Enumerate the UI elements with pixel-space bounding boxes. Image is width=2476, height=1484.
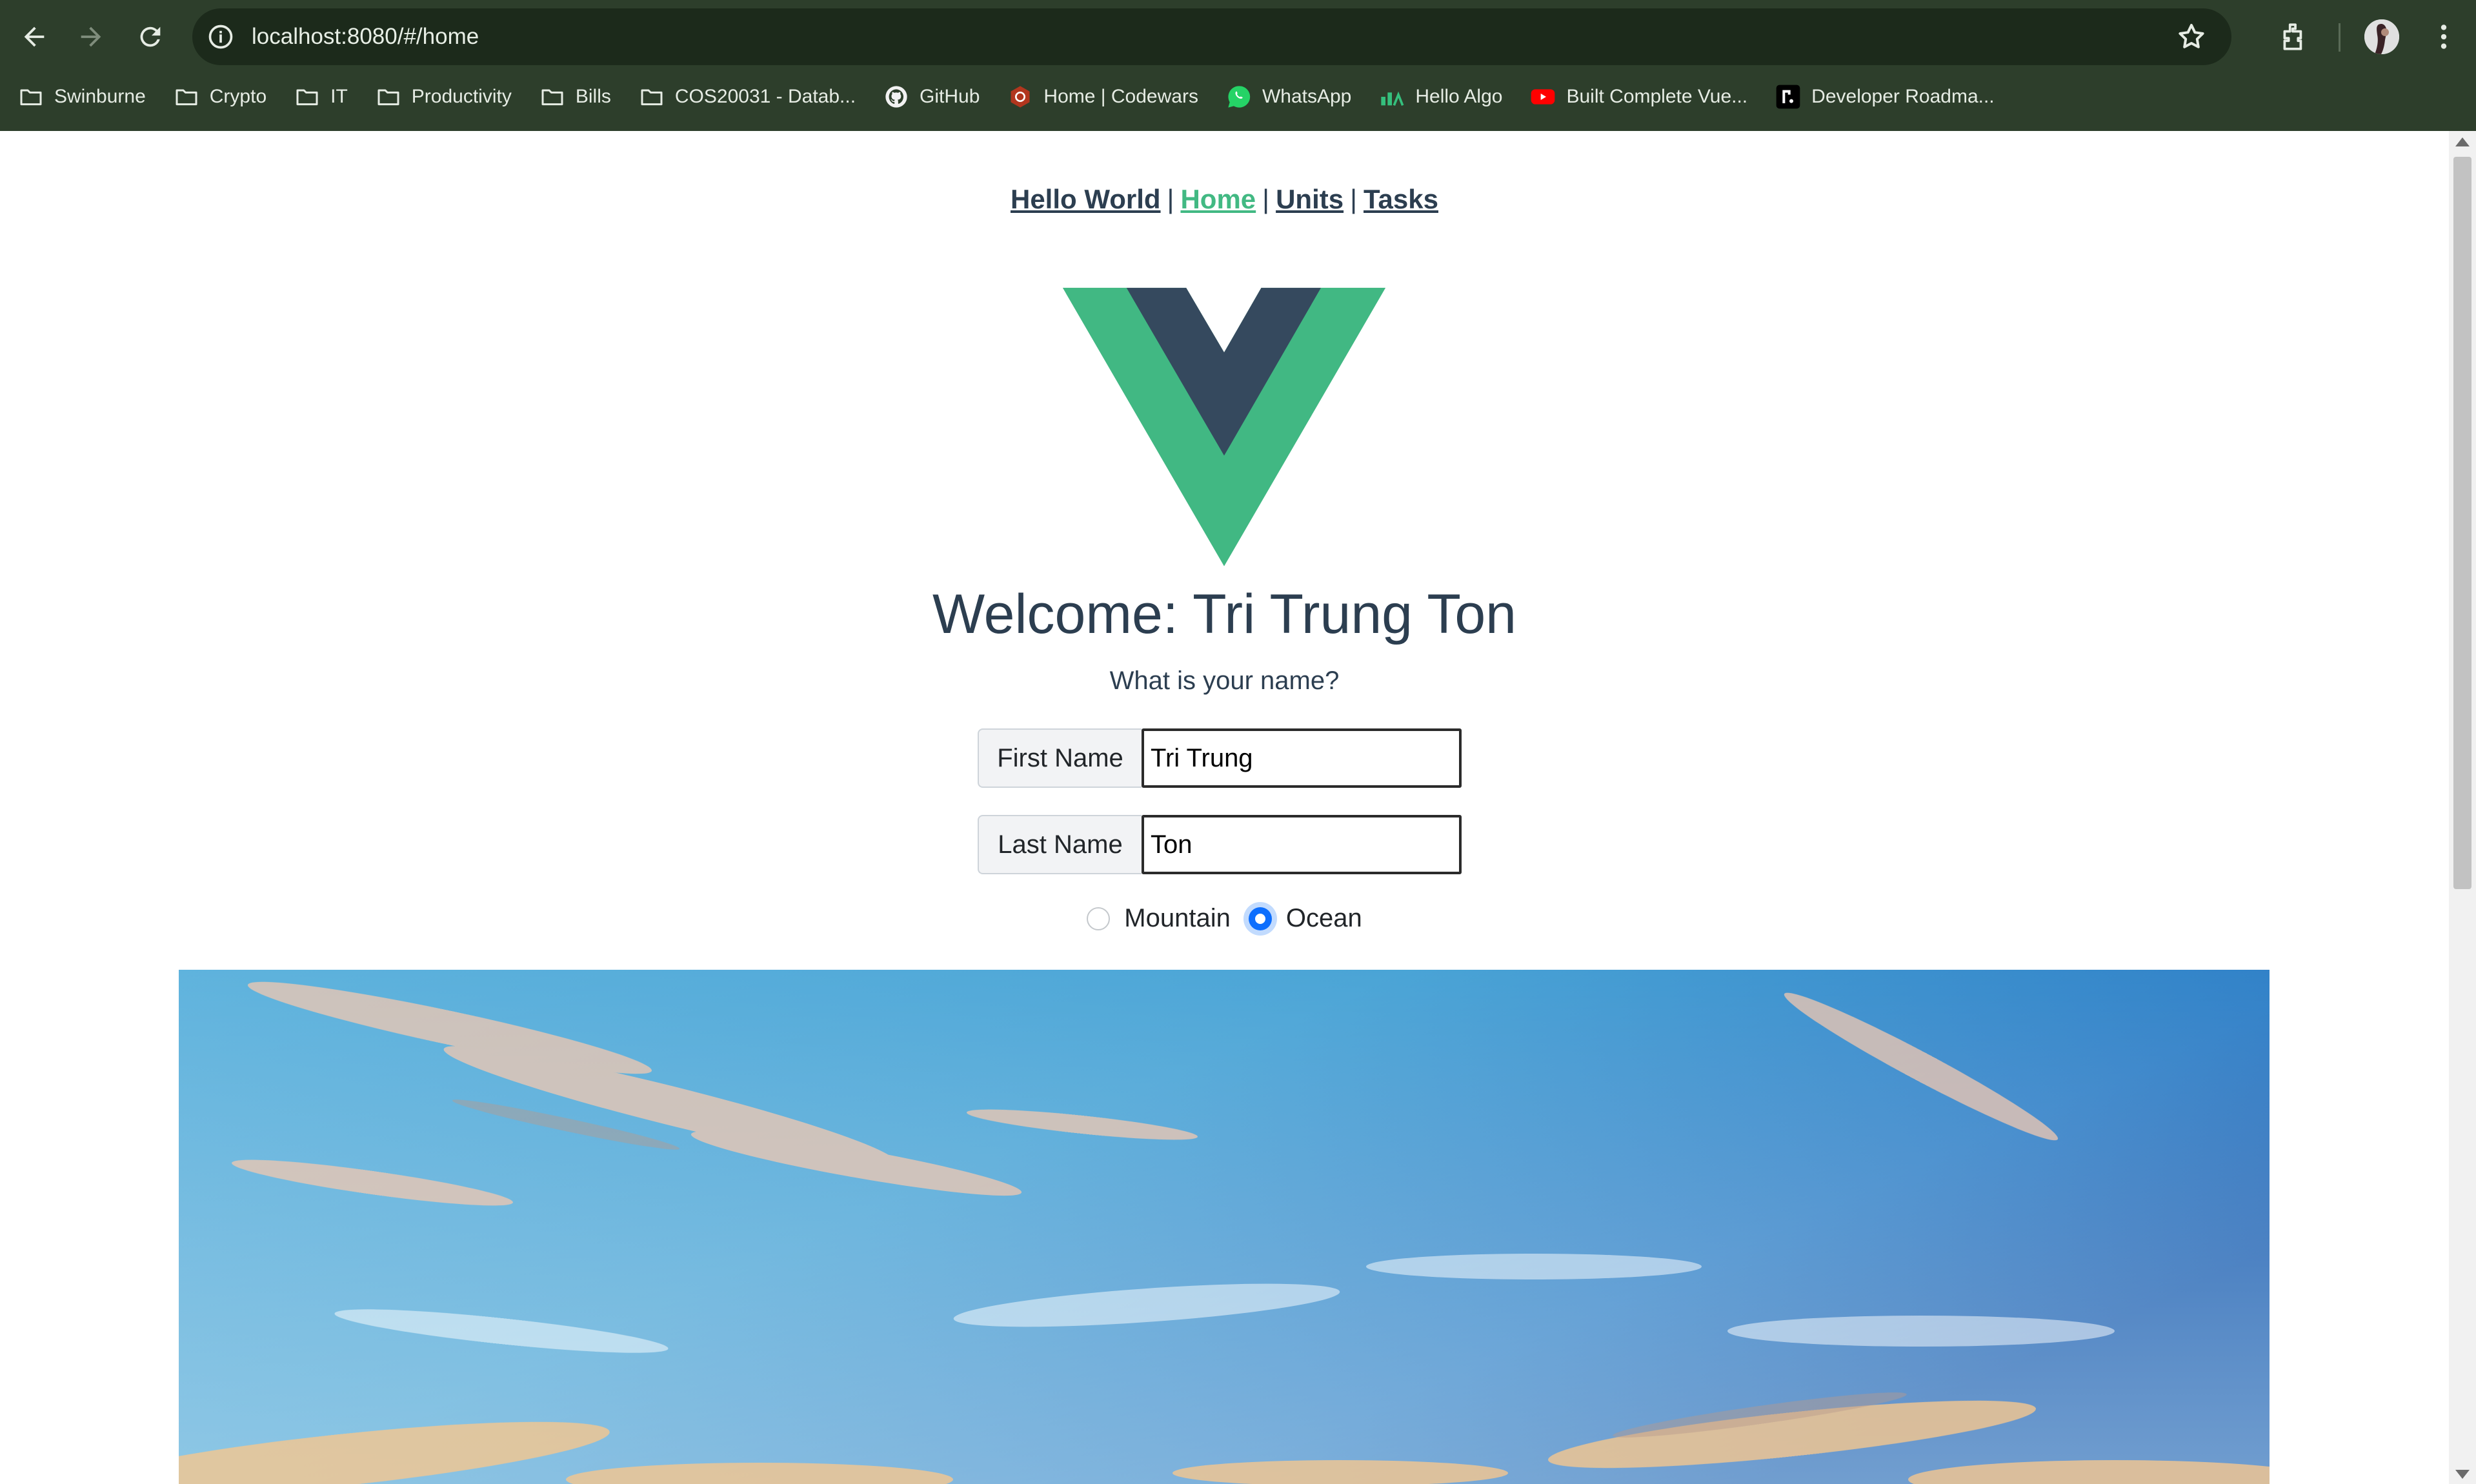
- nav-link-tasks[interactable]: Tasks: [1364, 184, 1438, 214]
- bookmarks-bar: Swinburne Crypto IT Productivity Bills C…: [18, 76, 2022, 117]
- forward-button[interactable]: [68, 14, 114, 59]
- top-nav: Hello World | Home | Units | Tasks: [0, 184, 2449, 215]
- bookmark-label: Productivity: [411, 86, 512, 107]
- last-name-label: Last Name: [978, 815, 1142, 874]
- youtube-icon: [1530, 84, 1556, 110]
- last-name-input[interactable]: [1142, 815, 1462, 874]
- bookmark-hello-algo[interactable]: Hello Algo: [1379, 84, 1502, 110]
- bookmark-codewars[interactable]: Home | Codewars: [1007, 84, 1198, 110]
- toolbar-divider: [2339, 23, 2340, 52]
- radio-ocean-label: Ocean: [1285, 904, 1362, 932]
- radio-mountain-label: Mountain: [1124, 904, 1231, 932]
- bookmark-crypto[interactable]: Crypto: [174, 84, 267, 110]
- folder-icon: [539, 84, 565, 110]
- scrollbar-thumb[interactable]: [2453, 157, 2471, 889]
- bookmark-bills[interactable]: Bills: [539, 84, 611, 110]
- welcome-heading: Welcome: Tri Trung Ton: [932, 583, 1516, 645]
- roadmap-icon: [1775, 84, 1801, 110]
- reload-icon: [140, 26, 161, 47]
- first-name-label: First Name: [978, 728, 1142, 788]
- reload-button[interactable]: [128, 14, 173, 59]
- bookmark-cos20031[interactable]: COS20031 - Datab...: [639, 84, 856, 110]
- bookmark-label: Built Complete Vue...: [1566, 86, 1748, 107]
- bookmark-it[interactable]: IT: [294, 84, 348, 110]
- bookmark-github[interactable]: GitHub: [883, 84, 980, 110]
- bookmark-label: Swinburne: [54, 86, 146, 107]
- profile-avatar[interactable]: [2364, 19, 2399, 54]
- folder-icon: [174, 84, 199, 110]
- bookmark-label: Home | Codewars: [1043, 86, 1198, 107]
- first-name-group: First Name: [978, 728, 1470, 788]
- bookmark-label: GitHub: [920, 86, 980, 107]
- bookmark-swinburne[interactable]: Swinburne: [18, 84, 146, 110]
- nav-link-units[interactable]: Units: [1276, 184, 1344, 214]
- bookmark-label: COS20031 - Datab...: [674, 86, 856, 107]
- codewars-icon: [1007, 84, 1033, 110]
- radio-button-unchecked[interactable]: [1087, 907, 1111, 930]
- folder-icon: [639, 84, 665, 110]
- folder-icon: [294, 84, 320, 110]
- folder-icon: [376, 84, 401, 110]
- nav-separator: |: [1262, 184, 1270, 214]
- nav-link-home[interactable]: Home: [1180, 184, 1256, 214]
- bookmark-label: Crypto: [209, 86, 267, 107]
- bookmark-label: Bills: [575, 86, 611, 107]
- whatsapp-icon: [1226, 84, 1252, 110]
- radio-mountain[interactable]: Mountain: [1087, 904, 1231, 933]
- kebab-menu-icon[interactable]: [2428, 21, 2460, 53]
- url-text[interactable]: localhost:8080/#/home: [252, 8, 479, 65]
- bookmark-star-icon[interactable]: [2176, 21, 2207, 52]
- radio-ocean[interactable]: Ocean: [1248, 904, 1362, 933]
- radio-button-checked[interactable]: [1248, 907, 1272, 930]
- bookmark-roadmap[interactable]: Developer Roadma...: [1775, 84, 1995, 110]
- name-prompt: What is your name?: [1109, 667, 1340, 695]
- scroll-down-arrow-icon[interactable]: [2455, 1470, 2470, 1479]
- folder-icon: [18, 84, 44, 110]
- extensions-icon[interactable]: [2278, 21, 2310, 53]
- theme-radio-group: Mountain Ocean: [0, 904, 2449, 933]
- bookmark-productivity[interactable]: Productivity: [376, 84, 512, 110]
- bookmark-label: Developer Roadma...: [1811, 86, 1995, 107]
- site-info-icon[interactable]: [206, 23, 235, 51]
- ocean-hero-image: [179, 970, 2270, 1484]
- hello-algo-icon: [1379, 84, 1405, 110]
- github-icon: [883, 84, 909, 110]
- browser-toolbar: localhost:8080/#/home Swinburne Crypto I…: [0, 0, 2476, 131]
- bookmark-whatsapp[interactable]: WhatsApp: [1226, 84, 1351, 110]
- bookmark-label: Hello Algo: [1415, 86, 1503, 107]
- bookmark-youtube[interactable]: Built Complete Vue...: [1530, 84, 1747, 110]
- first-name-input[interactable]: [1142, 728, 1462, 788]
- address-bar[interactable]: localhost:8080/#/home: [192, 8, 2231, 65]
- bookmark-label: IT: [330, 86, 348, 107]
- page-scrollbar[interactable]: [2449, 131, 2476, 1484]
- vue-logo: [1063, 288, 1385, 567]
- last-name-group: Last Name: [978, 815, 1470, 874]
- back-button[interactable]: [12, 14, 57, 59]
- bookmark-label: WhatsApp: [1262, 86, 1352, 107]
- scroll-up-arrow-icon[interactable]: [2455, 137, 2470, 146]
- nav-separator: |: [1350, 184, 1358, 214]
- nav-link-hello-world[interactable]: Hello World: [1011, 184, 1161, 214]
- nav-separator: |: [1167, 184, 1174, 214]
- forward-arrow-icon: [81, 26, 101, 47]
- back-arrow-icon: [24, 26, 45, 47]
